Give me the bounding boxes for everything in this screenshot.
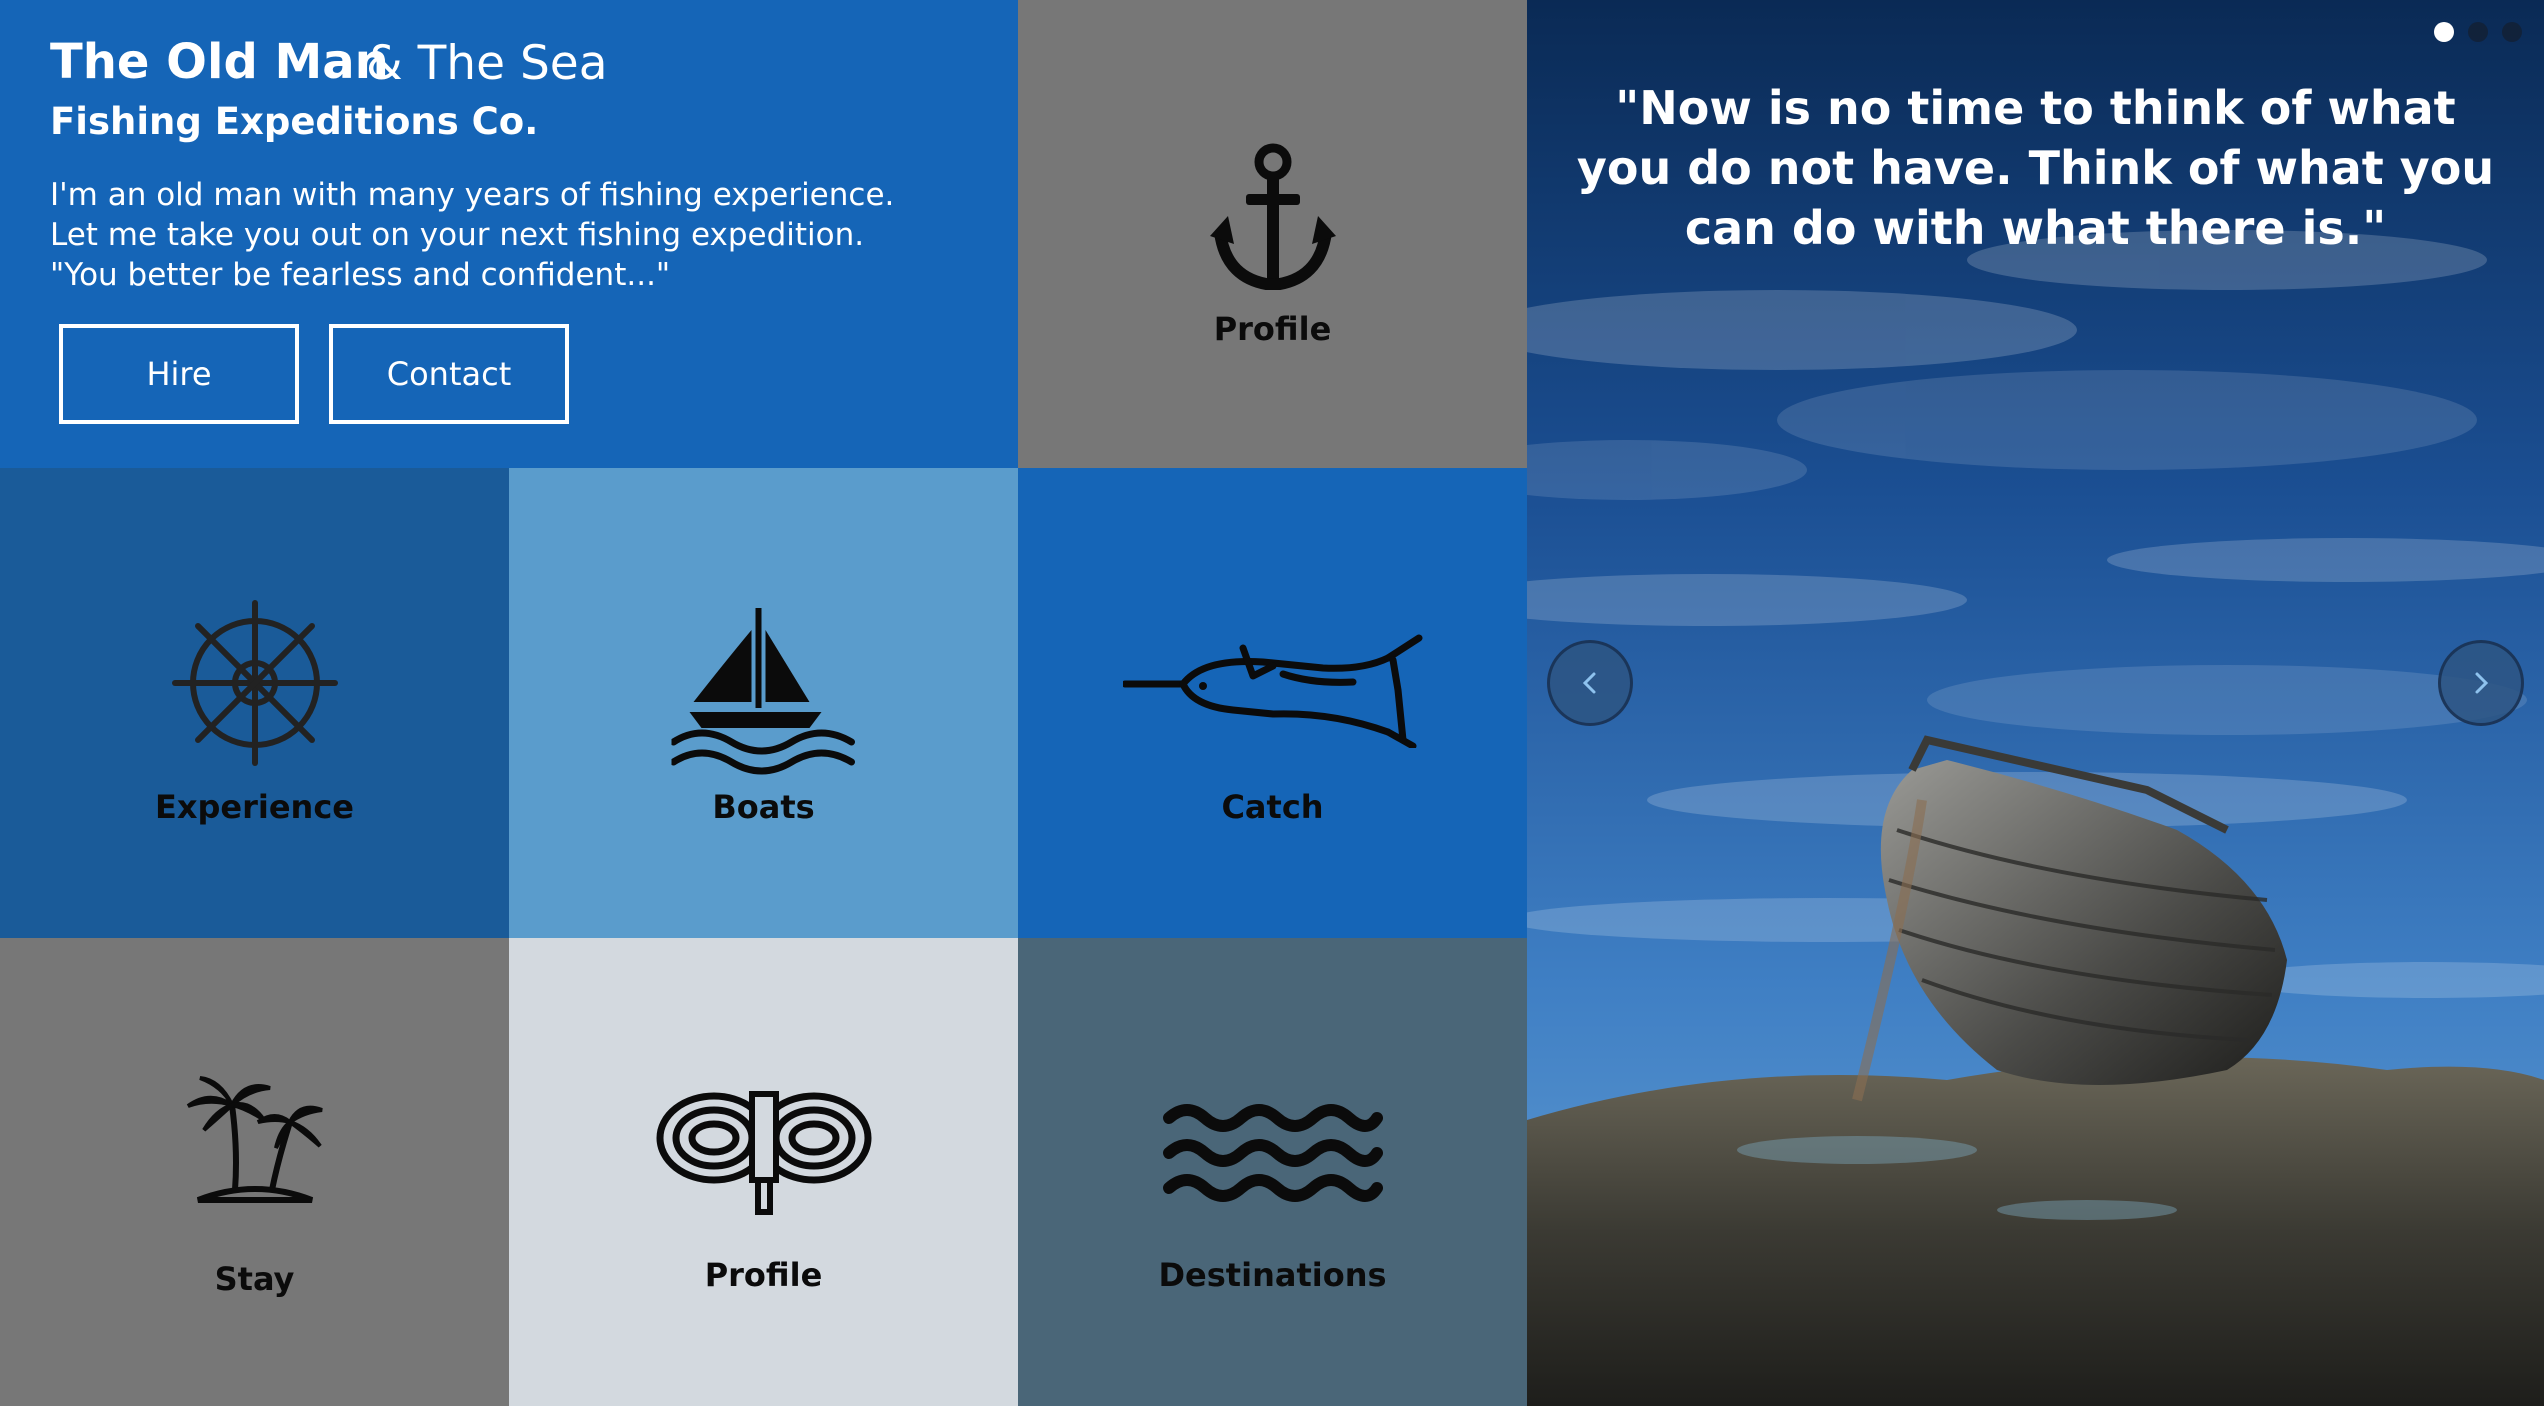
- tile-destinations[interactable]: Destinations: [1018, 938, 1527, 1406]
- tile-profile-top[interactable]: Profile: [1018, 0, 1527, 468]
- brand-name-suffix: & The Sea: [366, 36, 608, 91]
- intro-panel: The Old Man & The Sea Fishing Expedition…: [0, 0, 1018, 468]
- tile-boats[interactable]: Boats: [509, 468, 1018, 938]
- tile-label: Profile: [1213, 310, 1332, 348]
- slide-indicators: [2434, 22, 2522, 42]
- description-line: "You better be fearless and confident...…: [50, 257, 671, 293]
- tile-label: Experience: [154, 788, 354, 826]
- description-line: I'm an old man with many years of fishin…: [50, 177, 895, 213]
- waves-icon: [1162, 1104, 1383, 1202]
- tile-profile-bottom[interactable]: Profile: [509, 938, 1018, 1406]
- tile-label: Catch: [1221, 788, 1324, 826]
- tile-label: Destinations: [1158, 1256, 1387, 1294]
- slide-dot[interactable]: [2468, 22, 2488, 42]
- tile-label: Stay: [214, 1260, 295, 1298]
- ship-wheel-icon: [171, 600, 338, 766]
- slide-dot[interactable]: [2502, 22, 2522, 42]
- description-line: Let me take you out on your next fishing…: [50, 217, 865, 253]
- brand-name: The Old Man: [50, 34, 389, 90]
- slide-dot-active[interactable]: [2434, 22, 2454, 42]
- tile-label: Profile: [704, 1256, 823, 1294]
- tile-label: Boats: [712, 788, 815, 826]
- swordfish-icon: [1122, 634, 1422, 748]
- previous-slide-button[interactable]: [1547, 640, 1633, 726]
- contact-button[interactable]: Contact: [329, 324, 569, 424]
- image-slider[interactable]: "Now is no time to think of what you do …: [1527, 0, 2544, 1406]
- sailboat-icon: [671, 608, 855, 775]
- hire-button[interactable]: Hire: [59, 324, 299, 424]
- company-tagline: Fishing Expeditions Co.: [50, 100, 539, 143]
- tile-grid: The Old Man & The Sea Fishing Expedition…: [0, 0, 1527, 1406]
- slide-quote: "Now is no time to think of what you do …: [1576, 81, 2495, 255]
- chevron-left-icon: [1582, 672, 1596, 694]
- palm-tree-icon: [186, 1076, 323, 1203]
- next-slide-button[interactable]: [2438, 640, 2524, 726]
- chevron-right-icon: [2475, 672, 2489, 694]
- tile-stay[interactable]: Stay: [0, 938, 509, 1406]
- rope-knot-icon: [656, 1091, 871, 1215]
- tile-catch[interactable]: Catch: [1018, 468, 1527, 938]
- tile-experience[interactable]: Experience: [0, 468, 509, 938]
- anchor-icon: [1209, 143, 1336, 290]
- intro-description: I'm an old man with many years of fishin…: [50, 175, 894, 295]
